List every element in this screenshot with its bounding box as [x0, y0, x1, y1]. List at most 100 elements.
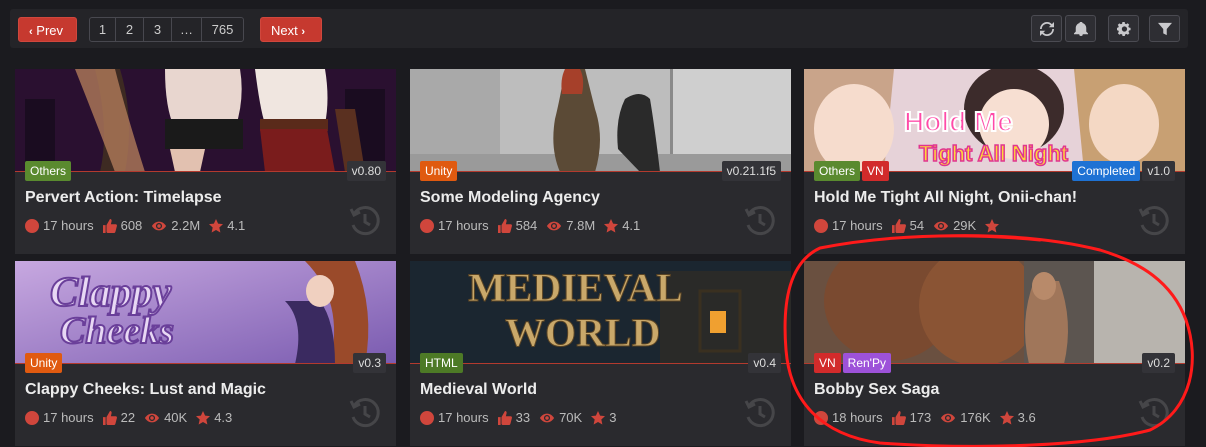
game-title[interactable]: Pervert Action: Timelapse: [25, 189, 222, 207]
game-thumbnail[interactable]: Hold Me Tight All Night: [804, 69, 1185, 172]
game-title[interactable]: Hold Me Tight All Night, Onii-chan!: [814, 189, 1077, 207]
tag-list: Others: [25, 161, 72, 181]
game-title[interactable]: Medieval World: [420, 381, 537, 399]
thumbs-up-icon: [891, 410, 906, 425]
likes-count: 173: [909, 410, 932, 425]
tag-unity[interactable]: Unity: [420, 161, 458, 181]
likes-stat: 54: [891, 218, 924, 233]
gear-icon: [1116, 21, 1131, 36]
version-badge: v0.3: [353, 353, 386, 373]
updated-time: 17 hours: [43, 218, 94, 233]
thumbs-up-icon: [497, 218, 512, 233]
version-badge: v1.0: [1142, 161, 1175, 181]
tag-list: Unity: [420, 161, 458, 181]
likes-stat: 608: [102, 218, 142, 233]
game-thumbnail[interactable]: [804, 261, 1185, 364]
settings-button[interactable]: [1108, 15, 1139, 42]
star-icon: [591, 410, 606, 424]
game-thumbnail[interactable]: [15, 69, 396, 172]
star-icon: [209, 218, 224, 232]
rating-value: 4.1: [622, 218, 641, 233]
updated-time: 17 hours: [438, 410, 489, 425]
page-2[interactable]: 2: [116, 18, 144, 41]
thumbs-up-icon: [102, 410, 117, 425]
game-title[interactable]: Some Modeling Agency: [420, 189, 600, 207]
clock-icon: [25, 218, 39, 233]
history-icon: [743, 204, 777, 238]
history-icon: [743, 396, 777, 430]
tag-html[interactable]: HTML: [420, 353, 463, 373]
page-765[interactable]: 765: [202, 18, 243, 41]
filter-icon: [1157, 22, 1172, 35]
game-card[interactable]: VN Ren'Py v0.2 Bobby Sex Saga 18 hours 1…: [804, 261, 1185, 446]
game-card[interactable]: Unity v0.21.1f5 Some Modeling Agency 17 …: [410, 69, 791, 254]
views-count: 176K: [960, 410, 991, 425]
tag-list: Others VN: [814, 161, 889, 181]
next-label: Next: [271, 23, 298, 38]
likes-stat: 22: [102, 410, 136, 425]
thumbnail-image: [804, 261, 1185, 364]
views-stat: 40K: [144, 410, 187, 425]
right-badges: Completed v1.0: [1072, 161, 1175, 181]
game-card[interactable]: MEDIEVAL WORLD HTML v0.4 Medieval World …: [410, 261, 791, 446]
likes-stat: 33: [497, 410, 531, 425]
views-count: 7.8M: [566, 218, 596, 233]
rating-stat: [985, 218, 1003, 233]
tag-vn[interactable]: VN: [814, 353, 841, 373]
page-3[interactable]: 3: [144, 18, 172, 41]
updated-stat: 17 hours: [814, 218, 883, 233]
game-stats: 18 hours 173 176K 3.6: [814, 410, 1045, 425]
tag-renpy[interactable]: Ren'Py: [842, 353, 891, 373]
tag-unity[interactable]: Unity: [25, 353, 63, 373]
game-title[interactable]: Clappy Cheeks: Lust and Magic: [25, 381, 266, 399]
game-title[interactable]: Bobby Sex Saga: [814, 381, 939, 399]
views-stat: 176K: [940, 410, 991, 425]
star-icon: [196, 410, 211, 424]
next-button[interactable]: Next ›: [260, 17, 322, 42]
page-1[interactable]: 1: [90, 18, 116, 41]
prev-label: Prev: [36, 23, 64, 38]
game-card[interactable]: Hold Me Tight All Night Others VN Comple…: [804, 69, 1185, 254]
rating-value: 4.1: [227, 218, 246, 233]
clock-icon: [420, 410, 434, 425]
clock-icon: [25, 410, 39, 425]
updated-time: 17 hours: [832, 218, 883, 233]
tag-others[interactable]: Others: [814, 161, 861, 181]
version-badge: v0.80: [346, 161, 386, 181]
star-icon: [985, 218, 1000, 232]
eye-icon: [547, 221, 562, 230]
tag-list: Unity: [25, 353, 63, 373]
rating-stat: 3.6: [999, 410, 1036, 425]
views-count: 2.2M: [171, 218, 201, 233]
tag-vn[interactable]: VN: [862, 161, 889, 181]
likes-count: 22: [120, 410, 136, 425]
views-stat: 29K: [933, 218, 976, 233]
rating-stat: 4.1: [209, 218, 245, 233]
pagination: 1 2 3 … 765: [89, 17, 244, 42]
game-thumbnail[interactable]: MEDIEVAL WORLD: [410, 261, 791, 364]
logo-line-1: Hold Me: [904, 106, 1013, 137]
game-thumbnail[interactable]: [410, 69, 791, 172]
game-card[interactable]: Others v0.80 Pervert Action: Timelapse 1…: [15, 69, 396, 254]
rating-value: 3: [609, 410, 617, 425]
status-badge[interactable]: Completed: [1072, 161, 1141, 181]
logo-line-1: MEDIEVAL: [468, 265, 683, 310]
prev-button[interactable]: ‹ Prev: [18, 17, 77, 42]
star-icon: [604, 218, 619, 232]
eye-icon: [145, 413, 160, 422]
version-badge: v0.2: [1142, 353, 1175, 373]
tag-list: HTML: [420, 353, 463, 373]
views-count: 40K: [164, 410, 188, 425]
filter-button[interactable]: [1149, 15, 1180, 42]
refresh-button[interactable]: [1031, 15, 1062, 42]
updated-stat: 17 hours: [420, 218, 489, 233]
version-badge: v0.4: [748, 353, 781, 373]
notifications-button[interactable]: [1065, 15, 1096, 42]
game-thumbnail[interactable]: Clappy Cheeks: [15, 261, 396, 364]
logo-line-2: Tight All Night: [919, 141, 1069, 166]
tag-others[interactable]: Others: [25, 161, 72, 181]
likes-count: 33: [515, 410, 531, 425]
rating-stat: 3: [591, 410, 616, 425]
game-card[interactable]: Clappy Cheeks Unity v0.3 Clappy Cheeks: …: [15, 261, 396, 446]
eye-icon: [934, 221, 949, 230]
